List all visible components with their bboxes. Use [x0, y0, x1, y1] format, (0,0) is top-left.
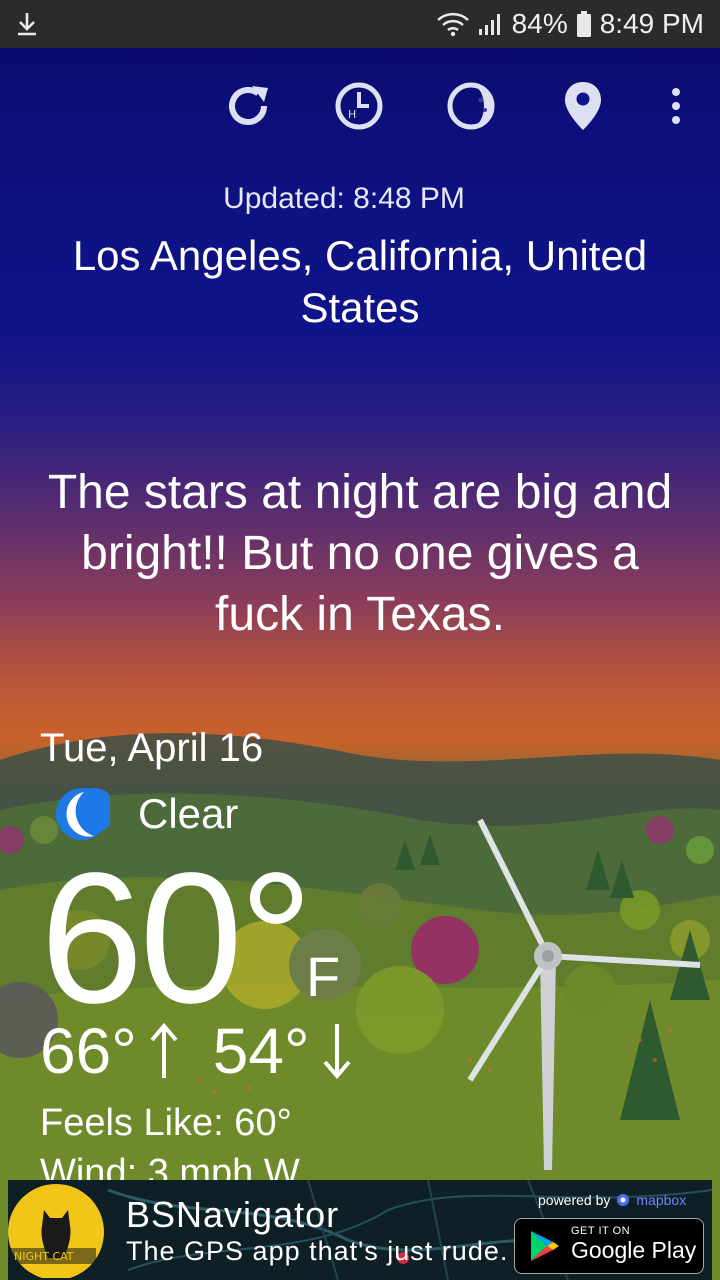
moon-phase-icon	[447, 82, 495, 130]
google-play-icon	[531, 1231, 559, 1261]
refresh-button[interactable]	[220, 78, 276, 134]
mapbox-label: mapbox	[636, 1192, 687, 1208]
clock: 8:49 PM	[599, 8, 704, 39]
location-pin-icon	[565, 82, 601, 130]
condition-row: Clear	[54, 786, 238, 842]
feels-like: Feels Like: 60°	[40, 1102, 292, 1144]
status-bar: 84% 8:49 PM	[0, 0, 720, 48]
store-name: Google Play	[571, 1237, 697, 1263]
hourly-forecast-button[interactable]: H	[331, 78, 387, 134]
refresh-icon	[229, 86, 268, 125]
ad-banner[interactable]: NIGHT CAT BSNavigator The GPS app that's…	[8, 1180, 712, 1280]
ad-title[interactable]: BSNavigator	[126, 1194, 339, 1236]
location-name[interactable]: Los Angeles, California, United States	[40, 230, 680, 334]
more-vert-icon	[672, 88, 680, 124]
night-cat-logo: NIGHT CAT	[8, 1184, 104, 1278]
current-temperature: 60°	[40, 835, 313, 1042]
mapbox-icon	[617, 1194, 630, 1206]
google-play-badge[interactable]: GET IT ON Google Play	[514, 1218, 704, 1274]
powered-by: powered by mapbox	[538, 1192, 686, 1208]
store-small-text: GET IT ON	[571, 1225, 631, 1237]
weather-screen: 84% 8:49 PM H Updated: 8:48 PM Los Angel…	[0, 0, 720, 1280]
wifi-icon	[436, 12, 469, 37]
download-icon	[18, 13, 36, 36]
ad-tagline: The GPS app that's just rude.	[126, 1236, 509, 1266]
overflow-menu-button[interactable]	[648, 78, 704, 134]
weather-quote: The stars at night are big and bright!! …	[47, 466, 673, 641]
condition-text: Clear	[138, 790, 239, 837]
logo-text: NIGHT CAT	[14, 1250, 74, 1263]
high-temperature: 66°	[40, 1015, 137, 1087]
battery-icon	[576, 11, 591, 37]
powered-by-label: powered by	[538, 1192, 611, 1208]
high-low-row: 66° 54°	[40, 1014, 352, 1088]
arrow-down-icon	[323, 1024, 351, 1080]
moon-icon	[56, 788, 110, 840]
battery-percent: 84%	[511, 8, 568, 39]
forecast-date: Tue, April 16	[40, 726, 264, 770]
signal-icon	[478, 14, 500, 35]
hourly-clock-icon: H	[335, 82, 383, 130]
updated-time: Updated: 8:48 PM	[223, 182, 465, 215]
svg-text:H: H	[348, 108, 356, 121]
temperature-unit[interactable]: F	[306, 944, 340, 1009]
low-temperature: 54°	[212, 1015, 310, 1087]
location-button[interactable]	[555, 78, 611, 134]
arrow-up-icon	[150, 1022, 178, 1078]
moon-phase-button[interactable]	[443, 78, 499, 134]
